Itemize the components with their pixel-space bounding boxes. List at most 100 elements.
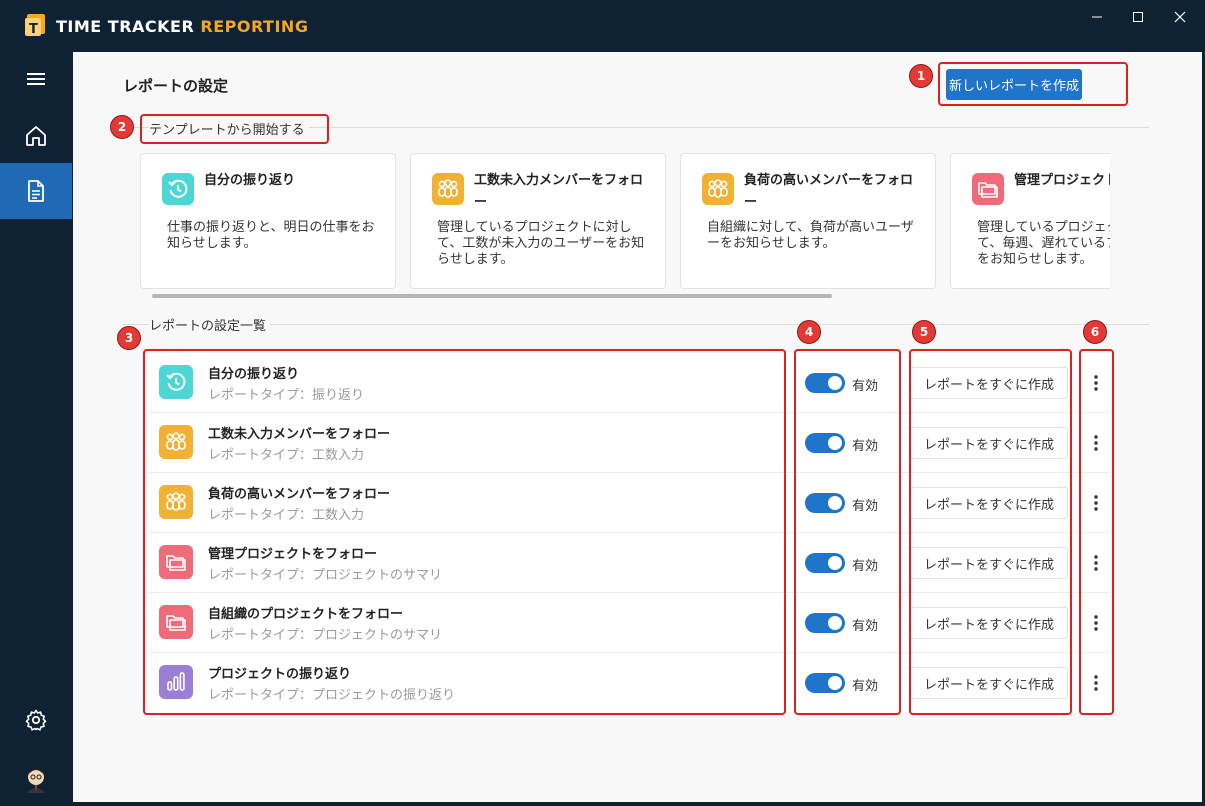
close-button[interactable] xyxy=(1165,4,1195,30)
kebab-menu-icon xyxy=(1094,375,1098,391)
people-group-icon xyxy=(702,173,734,205)
report-row: 自組織のプロジェクトをフォロー レポートタイプ：プロジェクトのサマリ 有効 レポ… xyxy=(148,593,1111,653)
folders-icon xyxy=(159,545,193,579)
report-title: 管理プロジェクトをフォロー xyxy=(208,547,378,562)
template-card-high-load-members[interactable]: 負荷の高いメンバーをフォロー 自組織に対して、負荷が高いユーザーをお知らせします… xyxy=(680,153,936,289)
report-row: 自分の振り返り レポートタイプ：振り返り 有効 レポートをすぐに作成 xyxy=(148,353,1111,413)
app-logo-icon: T xyxy=(25,14,45,37)
svg-text:T: T xyxy=(29,22,38,37)
folders-icon xyxy=(972,173,1004,205)
enable-toggle[interactable] xyxy=(805,433,845,453)
enable-toggle[interactable] xyxy=(805,613,845,633)
hamburger-icon xyxy=(27,73,45,85)
run-report-now-button[interactable]: レポートをすぐに作成 xyxy=(910,607,1068,639)
template-card-title: 管理プロジェクトをフォロー xyxy=(1014,173,1110,188)
more-options-button[interactable] xyxy=(1085,549,1107,577)
report-type: レポートタイプ：工数入力 xyxy=(208,448,365,463)
kebab-menu-icon xyxy=(1094,495,1098,511)
menu-button[interactable] xyxy=(0,56,72,102)
report-row: 負荷の高いメンバーをフォロー レポートタイプ：工数入力 有効 レポートをすぐに作… xyxy=(148,473,1111,533)
minimize-icon xyxy=(1092,16,1102,18)
close-icon xyxy=(1174,11,1186,23)
sidebar-item-settings[interactable] xyxy=(0,696,72,744)
templates-section-label: テンプレートから開始する xyxy=(149,119,309,138)
report-type: レポートタイプ：プロジェクトの振り返り xyxy=(208,688,456,703)
report-row: 工数未入力メンバーをフォロー レポートタイプ：工数入力 有効 レポートをすぐに作… xyxy=(148,413,1111,473)
callout-badge-6: 6 xyxy=(1083,320,1107,344)
gear-icon xyxy=(25,709,47,731)
kebab-menu-icon xyxy=(1094,615,1098,631)
report-title: プロジェクトの振り返り xyxy=(208,667,352,682)
template-card-managed-projects[interactable]: 管理プロジェクトをフォロー 管理しているプロジェクトに対して、毎週、遅れているプ… xyxy=(950,153,1110,289)
more-options-button[interactable] xyxy=(1085,489,1107,517)
template-card-title: 負荷の高いメンバーをフォロー xyxy=(744,173,914,210)
app-title: TIME TRACKER REPORTING xyxy=(56,17,308,36)
enable-toggle-label: 有効 xyxy=(852,499,879,514)
people-group-icon xyxy=(159,485,193,519)
maximize-button[interactable] xyxy=(1123,4,1153,30)
run-report-now-button[interactable]: レポートをすぐに作成 xyxy=(910,667,1068,699)
people-group-icon xyxy=(159,425,193,459)
kebab-menu-icon xyxy=(1094,675,1098,691)
report-title: 負荷の高いメンバーをフォロー xyxy=(208,487,391,502)
template-card-desc: 自組織に対して、負荷が高いユーザーをお知らせします。 xyxy=(707,220,914,251)
more-options-button[interactable] xyxy=(1085,429,1107,457)
template-card-desc: 仕事の振り返りと、明日の仕事をお知らせします。 xyxy=(167,220,375,251)
run-report-now-button[interactable]: レポートをすぐに作成 xyxy=(910,427,1068,459)
home-icon xyxy=(26,126,46,146)
main-content: レポートの設定 新しいレポートを作成 テンプレートから開始する 自分の振り返り … xyxy=(73,52,1202,802)
template-card-title: 自分の振り返り xyxy=(204,173,296,188)
enable-toggle-label: 有効 xyxy=(852,439,879,454)
people-group-icon xyxy=(432,173,464,205)
enable-toggle[interactable] xyxy=(805,553,845,573)
report-title: 工数未入力メンバーをフォロー xyxy=(208,427,391,442)
avatar-icon xyxy=(27,768,45,793)
new-report-button[interactable]: 新しいレポートを作成 xyxy=(946,69,1082,100)
callout-badge-5: 5 xyxy=(912,320,936,344)
callout-badge-1: 1 xyxy=(909,64,933,88)
kebab-menu-icon xyxy=(1094,555,1098,571)
template-card-strip: 自分の振り返り 仕事の振り返りと、明日の仕事をお知らせします。 工数未入力メンバ… xyxy=(140,153,1110,290)
callout-badge-3: 3 xyxy=(117,326,141,350)
template-card-title: 工数未入力メンバーをフォロー xyxy=(474,173,644,210)
run-report-now-button[interactable]: レポートをすぐに作成 xyxy=(910,367,1068,399)
run-report-now-button[interactable]: レポートをすぐに作成 xyxy=(910,487,1068,519)
more-options-button[interactable] xyxy=(1085,609,1107,637)
report-title: 自分の振り返り xyxy=(208,367,300,382)
report-title: 自組織のプロジェクトをフォロー xyxy=(208,607,404,622)
user-avatar[interactable] xyxy=(0,752,72,804)
sidebar xyxy=(0,52,72,806)
minimize-button[interactable] xyxy=(1082,4,1112,30)
report-list: 自分の振り返り レポートタイプ：振り返り 有効 レポートをすぐに作成 工数未入力… xyxy=(148,353,1111,713)
report-row: プロジェクトの振り返り レポートタイプ：プロジェクトの振り返り 有効 レポートを… xyxy=(148,653,1111,713)
report-row: 管理プロジェクトをフォロー レポートタイプ：プロジェクトのサマリ 有効 レポート… xyxy=(148,533,1111,593)
kebab-menu-icon xyxy=(1094,435,1098,451)
callout-badge-4: 4 xyxy=(797,320,821,344)
report-type: レポートタイプ：プロジェクトのサマリ xyxy=(208,568,443,583)
report-type: レポートタイプ：工数入力 xyxy=(208,508,365,523)
sidebar-item-home[interactable] xyxy=(0,108,72,164)
document-icon xyxy=(28,180,44,202)
enable-toggle[interactable] xyxy=(805,373,845,393)
more-options-button[interactable] xyxy=(1085,369,1107,397)
report-type: レポートタイプ：振り返り xyxy=(208,388,365,403)
page-title: レポートの設定 xyxy=(123,77,229,95)
app-title-main: TIME TRACKER xyxy=(56,17,195,36)
enable-toggle-label: 有効 xyxy=(852,619,879,634)
enable-toggle[interactable] xyxy=(805,673,845,693)
bar-chart-icon xyxy=(159,665,193,699)
maximize-icon xyxy=(1133,12,1143,22)
template-scrollbar[interactable] xyxy=(152,294,832,298)
template-card-unentered-members[interactable]: 工数未入力メンバーをフォロー 管理しているプロジェクトに対して、工数が未入力のユ… xyxy=(410,153,666,289)
report-type: レポートタイプ：プロジェクトのサマリ xyxy=(208,628,443,643)
enable-toggle-label: 有効 xyxy=(852,379,879,394)
more-options-button[interactable] xyxy=(1085,669,1107,697)
enable-toggle[interactable] xyxy=(805,493,845,513)
app-title-accent: REPORTING xyxy=(200,17,309,36)
callout-badge-2: 2 xyxy=(110,115,134,139)
run-report-now-button[interactable]: レポートをすぐに作成 xyxy=(910,547,1068,579)
enable-toggle-label: 有効 xyxy=(852,559,879,574)
template-card-self-review[interactable]: 自分の振り返り 仕事の振り返りと、明日の仕事をお知らせします。 xyxy=(140,153,396,289)
reports-section-label: レポートの設定一覧 xyxy=(149,315,271,334)
sidebar-item-reports[interactable] xyxy=(0,163,72,219)
